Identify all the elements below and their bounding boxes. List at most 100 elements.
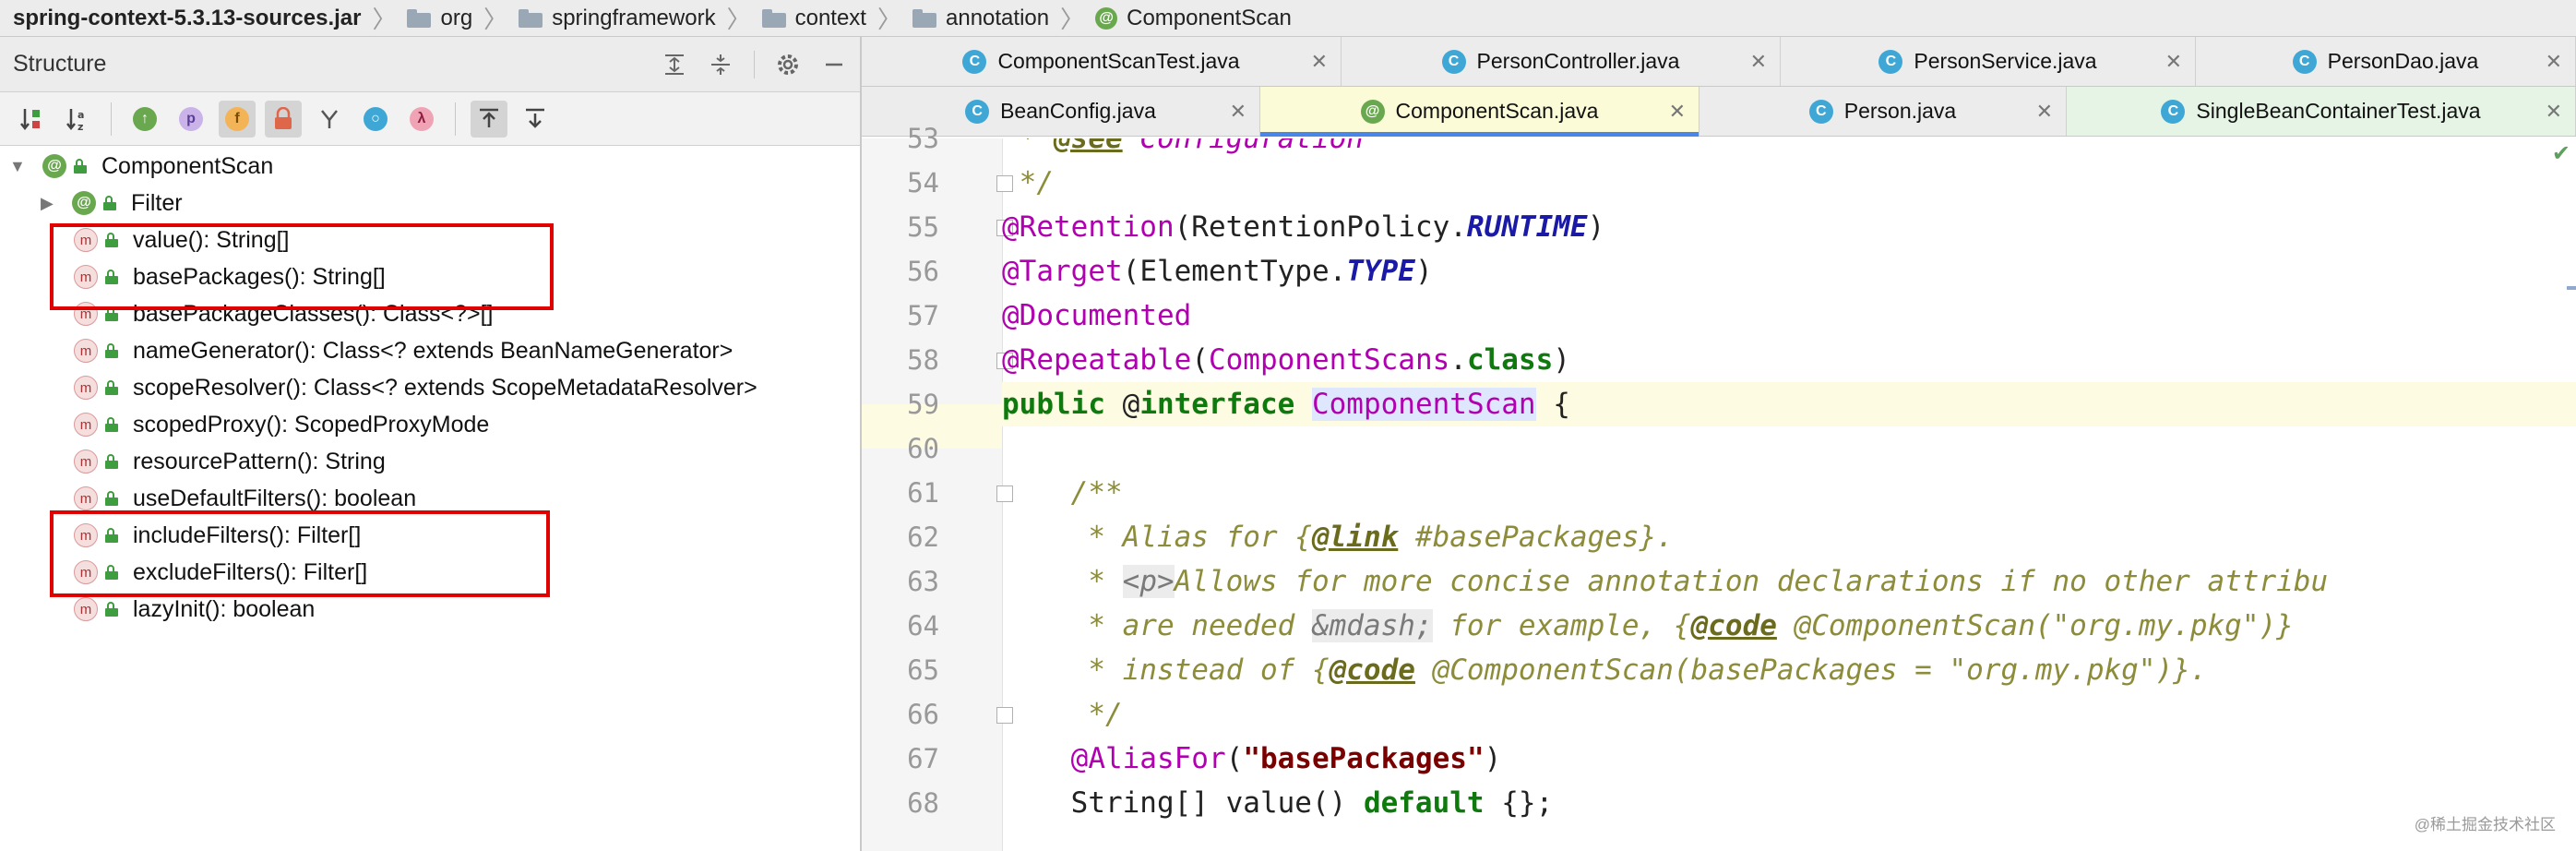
tab-componentscan[interactable]: @ ComponentScan.java ✕ <box>1260 87 1699 137</box>
doc-tag: @see <box>1054 138 1123 155</box>
structure-panel: Structure az ↑ p f ○ λ ▼ @ ComponentScan… <box>0 37 862 851</box>
breadcrumb-item-context[interactable]: context <box>761 5 866 31</box>
tree-root[interactable]: ▼ @ ComponentScan <box>9 148 273 185</box>
lock-icon <box>74 159 87 174</box>
scrollbar-marker[interactable] <box>2567 286 2576 290</box>
class-icon: C <box>2292 49 2317 74</box>
tree-item[interactable]: m nameGenerator(): Class<? extends BeanNa… <box>74 332 733 369</box>
sort-visibility-icon[interactable] <box>13 101 50 138</box>
annotation-token: @Documented <box>1002 299 1192 332</box>
folder-icon <box>519 8 543 28</box>
minimize-icon[interactable] <box>821 52 847 78</box>
tab-singlebeancontainertest[interactable]: C SingleBeanContainerTest.java ✕ <box>2067 87 2576 136</box>
collapsed-arrow-icon[interactable]: ▶ <box>41 194 61 213</box>
line-number: 55 <box>907 211 939 243</box>
close-icon[interactable]: ✕ <box>1230 100 1246 124</box>
close-icon[interactable]: ✕ <box>1750 50 1767 74</box>
code-token: (RetentionPolicy. <box>1174 210 1467 244</box>
code-line-66: */ <box>1002 692 2576 737</box>
show-hierarchy-icon[interactable] <box>311 101 348 138</box>
lock-icon <box>105 343 118 358</box>
gear-icon[interactable] <box>775 52 801 78</box>
tree-item[interactable]: m resourcePattern(): String <box>74 443 386 480</box>
close-icon[interactable]: ✕ <box>2546 50 2562 74</box>
tab-row-1: C ComponentScanTest.java ✕ C PersonControll… <box>862 37 2576 87</box>
sort-alpha-icon[interactable]: az <box>59 101 96 138</box>
close-icon[interactable]: ✕ <box>2546 100 2562 124</box>
breadcrumb-item-org[interactable]: org <box>407 6 472 31</box>
code-token: ) <box>1553 343 1570 377</box>
tree-item[interactable]: m scopeResolver(): Class<? extends ScopeM… <box>74 369 757 406</box>
collapse-all-icon[interactable] <box>708 52 733 78</box>
inherited-icon-glyph: ↑ <box>133 106 157 131</box>
tab-person[interactable]: C Person.java ✕ <box>1699 87 2067 136</box>
tree-item[interactable]: ▶ @ Filter <box>41 185 183 222</box>
doc-text: * <box>1002 138 1054 155</box>
show-anonymous-icon[interactable]: ○ <box>357 101 394 138</box>
code-token: ) <box>1587 210 1605 244</box>
class-icon: C <box>1808 99 1833 124</box>
doc-text: * Alias for { <box>1002 521 1312 554</box>
breadcrumb-item-annotation[interactable]: annotation <box>912 6 1049 31</box>
breadcrumb-label: springframework <box>552 5 716 30</box>
breadcrumb-separator: 〉 <box>1060 6 1085 33</box>
method-icon: m <box>74 413 98 437</box>
breadcrumb-item-springframework[interactable]: springframework <box>519 5 716 31</box>
code-line-65: * instead of {@code @ComponentScan(baseP… <box>1002 648 2576 692</box>
keyword-token: public <box>1002 388 1105 421</box>
tab-personcontroller[interactable]: C PersonController.java ✕ <box>1342 37 1781 86</box>
doc-text: @ComponentScan(basePackages = "org.my.pk… <box>1414 653 2208 687</box>
doc-text: */ <box>1002 166 1054 199</box>
code-line-57: @Documented <box>1002 294 2576 338</box>
close-icon[interactable]: ✕ <box>1669 100 1686 124</box>
close-icon[interactable]: ✕ <box>1311 50 1328 74</box>
html-entity-token: &mdash; <box>1311 609 1433 642</box>
annotation-token: @AliasFor <box>1070 742 1226 775</box>
tree-label: ComponentScan <box>101 152 274 179</box>
tab-row-2: C BeanConfig.java ✕ @ ComponentScan.java ✕ C… <box>862 87 2576 137</box>
breadcrumb-separator: 〉 <box>372 6 397 33</box>
property-icon-glyph: p <box>179 106 203 131</box>
constant-token: RUNTIME <box>1466 210 1588 244</box>
breadcrumb-item-componentscan[interactable]: @ ComponentScan <box>1095 6 1292 31</box>
tab-personservice[interactable]: C PersonService.java ✕ <box>1781 37 2196 86</box>
lock-icon <box>105 491 118 506</box>
svg-text:a: a <box>78 109 84 121</box>
lambda-icon-glyph: λ <box>410 106 434 131</box>
autoscroll-from-source-icon[interactable] <box>517 101 554 138</box>
code-token: ( <box>1225 742 1244 775</box>
method-icon: m <box>74 339 98 363</box>
method-icon: m <box>74 486 98 510</box>
expand-all-icon[interactable] <box>662 52 687 78</box>
show-fields-icon[interactable]: f <box>219 100 256 138</box>
breadcrumb-label: context <box>794 5 866 30</box>
breadcrumb-label: ComponentScan <box>1127 5 1292 30</box>
tree-label: Filter <box>131 189 183 216</box>
show-lambdas-icon[interactable]: λ <box>403 101 440 138</box>
method-icon: m <box>74 376 98 400</box>
html-tag-token: <p> <box>1122 565 1175 598</box>
tree-item[interactable]: m scopedProxy(): ScopedProxyMode <box>74 406 489 443</box>
expanded-arrow-icon[interactable]: ▼ <box>9 157 30 176</box>
class-icon: C <box>2161 99 2186 124</box>
tree-label: resourcePattern(): String <box>133 448 386 474</box>
code-line-63: * <p> Allows for more concise annotation … <box>1002 559 2576 604</box>
code-token: ( <box>1191 343 1209 377</box>
tab-label: SingleBeanContainerTest.java <box>2196 99 2481 123</box>
breadcrumb-item-jar[interactable]: spring-context-5.3.13-sources.jar <box>13 6 361 31</box>
tab-persondao[interactable]: C PersonDao.java ✕ <box>2196 37 2576 86</box>
inherited-icon[interactable]: ↑ <box>126 101 163 138</box>
code-line-54: */ <box>1002 161 2576 205</box>
code-line-67: @AliasFor("basePackages") <box>1002 737 2576 781</box>
code-area[interactable]: * @see Configuration */ @Retention (Reten… <box>1002 138 2576 851</box>
autoscroll-to-source-icon[interactable] <box>471 100 507 138</box>
tab-componentscantest[interactable]: C ComponentScanTest.java ✕ <box>862 37 1342 86</box>
close-icon[interactable]: ✕ <box>2165 50 2182 74</box>
show-properties-icon[interactable]: p <box>173 101 209 138</box>
code-line-56: @Target (ElementType. TYPE) <box>1002 249 2576 294</box>
close-icon[interactable]: ✕ <box>2036 100 2053 124</box>
line-number-gutter: 53 54 55 56 57 58 59 60 61 62 63 64 65 6… <box>862 123 1013 851</box>
code-token: @ <box>1104 388 1140 421</box>
show-non-public-icon[interactable] <box>265 100 302 138</box>
